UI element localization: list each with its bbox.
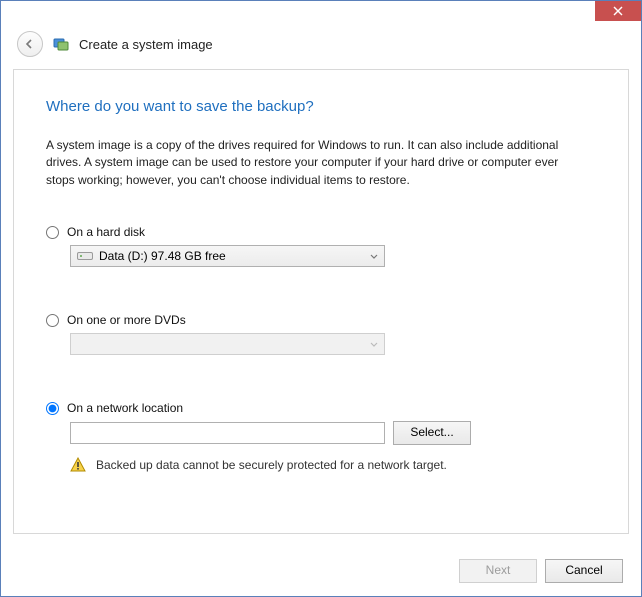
chevron-down-icon [370, 337, 378, 351]
option-hard-disk: On a hard disk Data (D:) 97.48 GB free [46, 225, 596, 267]
footer: Next Cancel [1, 546, 641, 596]
radio-network[interactable] [46, 402, 59, 415]
system-image-icon [53, 36, 69, 52]
option-network: On a network location Select... Backed u… [46, 401, 596, 473]
back-button[interactable] [17, 31, 43, 57]
option-dvd-row[interactable]: On one or more DVDs [46, 313, 596, 327]
hard-disk-drive-value: Data (D:) 97.48 GB free [99, 249, 226, 263]
close-button[interactable] [595, 1, 641, 21]
network-warning-row: Backed up data cannot be securely protec… [70, 457, 596, 473]
option-dvd: On one or more DVDs [46, 313, 596, 355]
content-panel: Where do you want to save the backup? A … [13, 69, 629, 534]
hard-disk-drive-combo[interactable]: Data (D:) 97.48 GB free [70, 245, 385, 267]
warning-icon [70, 457, 86, 473]
title-bar [1, 1, 641, 25]
option-dvd-label: On one or more DVDs [67, 313, 186, 327]
option-network-row[interactable]: On a network location [46, 401, 596, 415]
window-title: Create a system image [79, 37, 213, 52]
network-warning-text: Backed up data cannot be securely protec… [96, 458, 447, 472]
arrow-left-icon [24, 38, 36, 50]
page-description: A system image is a copy of the drives r… [46, 137, 586, 189]
chevron-down-icon [370, 249, 378, 263]
next-button[interactable]: Next [459, 559, 537, 583]
radio-hard-disk[interactable] [46, 226, 59, 239]
radio-dvd[interactable] [46, 314, 59, 327]
option-hard-disk-label: On a hard disk [67, 225, 145, 239]
option-network-label: On a network location [67, 401, 183, 415]
select-network-button[interactable]: Select... [393, 421, 471, 445]
network-path-input[interactable] [70, 422, 385, 444]
wizard-window: Create a system image Where do you want … [0, 0, 642, 597]
cancel-button[interactable]: Cancel [545, 559, 623, 583]
dvd-drive-combo [70, 333, 385, 355]
drive-icon [77, 250, 93, 262]
option-hard-disk-row[interactable]: On a hard disk [46, 225, 596, 239]
page-heading: Where do you want to save the backup? [46, 98, 596, 115]
header: Create a system image [1, 25, 641, 69]
close-icon [613, 6, 623, 16]
